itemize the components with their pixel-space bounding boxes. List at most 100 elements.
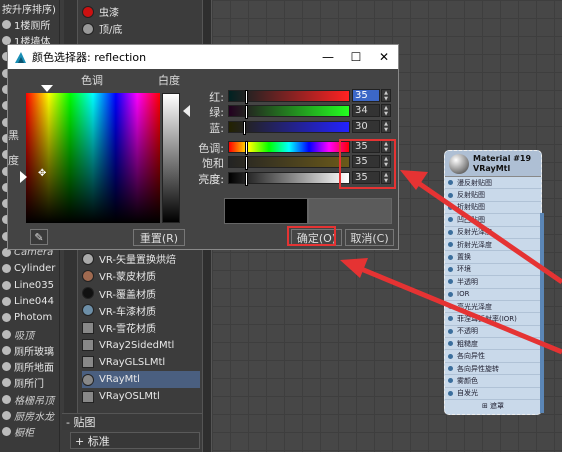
- material-slot[interactable]: 自发光: [445, 388, 541, 401]
- color-slider-track[interactable]: [228, 156, 350, 170]
- maps-section-header[interactable]: - 贴图: [62, 413, 202, 430]
- material-list-item[interactable]: 虫漆: [82, 3, 200, 20]
- scene-object-row[interactable]: 橱柜: [0, 424, 60, 440]
- slot-socket-icon[interactable]: [448, 180, 453, 186]
- material-node[interactable]: Material #19 VRayMtl 漫反射贴图 反射贴图 折射贴图 凹凸贴图 反射…: [444, 150, 542, 415]
- color-slider-track[interactable]: [228, 121, 350, 135]
- material-slot[interactable]: 折射光泽度: [445, 239, 541, 252]
- scene-object-row[interactable]: 厕所地面: [0, 359, 60, 375]
- slider-knob[interactable]: [245, 90, 249, 104]
- slider-knob[interactable]: [245, 141, 249, 155]
- scene-object-row[interactable]: 厕所玻璃: [0, 342, 60, 358]
- material-list-item[interactable]: VR-覆盖材质: [82, 285, 200, 302]
- material-list-item[interactable]: 顶/底: [82, 20, 200, 37]
- material-list-item[interactable]: VRayMtl: [82, 371, 200, 389]
- material-node-header[interactable]: Material #19 VRayMtl: [445, 151, 541, 177]
- scene-object-row[interactable]: Cylinder: [0, 261, 60, 277]
- slider-knob[interactable]: [244, 105, 248, 119]
- scene-object-row[interactable]: 1楼厕所: [0, 16, 60, 32]
- slot-socket-icon[interactable]: [448, 316, 453, 322]
- material-slot[interactable]: 不透明: [445, 326, 541, 339]
- material-slot[interactable]: 环境: [445, 264, 541, 277]
- material-slot[interactable]: 反射贴图: [445, 189, 541, 202]
- cancel-button[interactable]: 取消(C): [345, 229, 394, 246]
- material-list-item[interactable]: VR-蒙皮材质: [82, 267, 200, 284]
- spinner-arrows-icon[interactable]: ▲ ▼: [381, 120, 391, 133]
- scene-object-row[interactable]: 厕所门: [0, 375, 60, 391]
- material-slot[interactable]: 反射光泽度: [445, 227, 541, 239]
- maximize-button[interactable]: ☐: [342, 45, 370, 69]
- spinner-arrows-icon[interactable]: ▲ ▼: [381, 89, 391, 102]
- slot-socket-icon[interactable]: [448, 254, 453, 260]
- scene-object-row[interactable]: Line044: [0, 293, 60, 309]
- material-slot[interactable]: 漫反射贴图: [445, 177, 541, 190]
- spinner-arrows-icon[interactable]: ▲ ▼: [381, 104, 391, 117]
- slot-socket-icon[interactable]: [448, 341, 453, 347]
- dialog-titlebar[interactable]: 颜色选择器: reflection — ☐ ✕: [8, 45, 398, 69]
- whiteness-slider[interactable]: [162, 93, 180, 223]
- material-list-item[interactable]: VR-车漆材质: [82, 302, 200, 319]
- slot-socket-icon[interactable]: [448, 353, 453, 359]
- slot-socket-icon[interactable]: [448, 266, 453, 272]
- color-slider-track[interactable]: [228, 141, 350, 155]
- slider-value-input[interactable]: 35: [352, 89, 380, 102]
- slot-socket-icon[interactable]: [448, 378, 453, 384]
- material-list-item[interactable]: VRay2SidedMtl: [82, 337, 200, 354]
- color-slider-track[interactable]: [228, 172, 350, 186]
- eyedropper-icon[interactable]: ✎: [30, 229, 48, 245]
- material-slot[interactable]: 凹凸贴图: [445, 214, 541, 227]
- scene-object-row[interactable]: 按升序排序): [0, 0, 60, 16]
- color-slider-track[interactable]: [228, 90, 350, 104]
- material-list-item[interactable]: VRayOSLMtl: [82, 388, 200, 405]
- whiteness-label: 白度: [158, 74, 180, 87]
- slot-socket-icon[interactable]: [448, 204, 453, 210]
- material-slot[interactable]: 各向异性旋转: [445, 363, 541, 376]
- material-slot[interactable]: 高光光泽度: [445, 301, 541, 314]
- material-list-item[interactable]: VR-雪花材质: [82, 319, 200, 336]
- material-slot[interactable]: 各向异性: [445, 350, 541, 363]
- slot-socket-icon[interactable]: [448, 328, 453, 334]
- slot-socket-icon[interactable]: [448, 279, 453, 285]
- color-slider-track[interactable]: [228, 105, 350, 119]
- scene-object-label: Cylinder: [14, 263, 56, 275]
- scene-object-row[interactable]: 厨房水龙: [0, 408, 60, 424]
- material-slot[interactable]: IOR: [445, 289, 541, 301]
- crosshair-icon[interactable]: ✥: [38, 169, 48, 179]
- slot-socket-icon[interactable]: [448, 242, 453, 248]
- scene-object-row[interactable]: Photom: [0, 310, 60, 326]
- minimize-button[interactable]: —: [314, 45, 342, 69]
- material-swatch-icon: [82, 339, 94, 351]
- blackness-marker-arrow[interactable]: [20, 171, 27, 183]
- slider-label: 亮度:: [198, 173, 224, 186]
- material-list-item[interactable]: VRayGLSLMtl: [82, 354, 200, 371]
- material-slot[interactable]: 置换: [445, 251, 541, 264]
- slot-socket-icon[interactable]: [448, 390, 453, 396]
- scene-object-row[interactable]: 格栅吊顶: [0, 391, 60, 407]
- material-slot[interactable]: 粗糙度: [445, 338, 541, 351]
- scene-object-row[interactable]: Line035: [0, 277, 60, 293]
- scene-object-row[interactable]: 吸顶: [0, 326, 60, 342]
- slider-knob[interactable]: [245, 156, 249, 170]
- node-output-socket-bar[interactable]: [540, 213, 544, 413]
- material-slot[interactable]: 半透明: [445, 276, 541, 289]
- slot-socket-icon[interactable]: [448, 291, 453, 297]
- slot-socket-icon[interactable]: [448, 366, 453, 372]
- reset-button[interactable]: 重置(R): [133, 229, 185, 246]
- slider-knob[interactable]: [245, 172, 249, 186]
- slider-value-input[interactable]: 34: [352, 104, 380, 117]
- material-list-item[interactable]: VR-矢量置换烘焙: [82, 250, 200, 267]
- close-button[interactable]: ✕: [370, 45, 398, 69]
- hue-blackness-picker[interactable]: [26, 93, 160, 223]
- slider-value-input[interactable]: 30: [352, 120, 380, 133]
- material-slot[interactable]: 折射贴图: [445, 202, 541, 215]
- material-slot-label: 环境: [457, 265, 471, 274]
- slot-socket-icon[interactable]: [448, 217, 453, 223]
- slot-socket-icon[interactable]: [448, 304, 453, 310]
- hue-marker-arrow[interactable]: [41, 85, 53, 92]
- slot-socket-icon[interactable]: [448, 229, 453, 235]
- standard-section-header[interactable]: + 标准: [70, 432, 200, 449]
- material-slot[interactable]: 雾颜色: [445, 375, 541, 388]
- material-slot[interactable]: 菲涅耳折射率(IOR): [445, 313, 541, 326]
- slider-knob[interactable]: [242, 121, 246, 135]
- slot-socket-icon[interactable]: [448, 192, 453, 198]
